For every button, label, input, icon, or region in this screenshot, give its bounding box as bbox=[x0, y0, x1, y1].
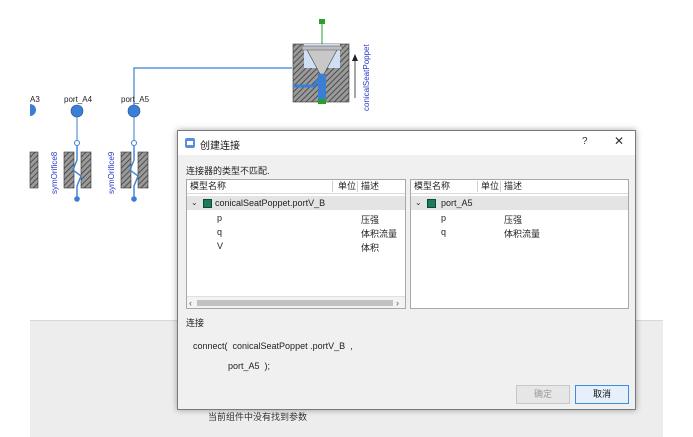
type-mismatch-message: 连接器的类型不匹配. bbox=[186, 166, 270, 176]
sym-orifice8-label: symOrifice8 bbox=[50, 151, 59, 194]
left-header-name[interactable]: 模型名称 bbox=[190, 180, 226, 193]
left-row-name: p bbox=[217, 213, 223, 223]
left-header-desc[interactable]: 描述 bbox=[361, 180, 379, 193]
connection-code-line: connect( conicalSeatPoppet .portV_B , bbox=[193, 341, 353, 351]
port-a3-label: A3 bbox=[30, 95, 40, 104]
close-button[interactable]: ✕ bbox=[614, 134, 624, 148]
sym-orifice9-label: symOrifice9 bbox=[107, 151, 116, 194]
left-horizontal-scrollbar[interactable]: ‹ › bbox=[187, 296, 405, 308]
chevron-down-icon[interactable]: ⌄ bbox=[415, 198, 422, 207]
connector-icon bbox=[203, 199, 212, 208]
right-header-unit[interactable]: 单位 bbox=[481, 180, 499, 193]
parameter-status-text: 当前组件中没有找到参数 bbox=[208, 412, 308, 422]
left-row-desc: 压强 bbox=[361, 215, 380, 225]
connector-icon bbox=[427, 199, 436, 208]
cancel-button[interactable]: 取消 bbox=[575, 385, 629, 404]
conical-seat-poppet-icon bbox=[292, 19, 358, 104]
create-connection-dialog: 创建连接 ? ✕ 连接器的类型不匹配. 模型名称 单位 描述 ⌄ conical… bbox=[177, 130, 636, 410]
right-connector-tree[interactable]: 模型名称 单位 描述 ⌄ port_A5 p 压强 q 体积流量 bbox=[410, 179, 629, 309]
ok-button[interactable]: 确定 bbox=[516, 385, 570, 404]
right-header-name[interactable]: 模型名称 bbox=[414, 180, 450, 193]
dialog-titlebar[interactable]: 创建连接 ? ✕ bbox=[178, 131, 635, 155]
chevron-down-icon[interactable]: ⌄ bbox=[191, 198, 198, 207]
right-row-name: p bbox=[441, 213, 447, 223]
left-root-label: conicalSeatPoppet.portV_B bbox=[215, 198, 326, 208]
right-root-label: port_A5 bbox=[441, 198, 473, 208]
dialog-app-icon bbox=[185, 138, 195, 148]
left-scroll-thumb[interactable] bbox=[197, 300, 393, 306]
port-a4-icon bbox=[70, 104, 84, 146]
left-header-unit[interactable]: 单位 bbox=[338, 180, 356, 193]
left-row-desc: 体积 bbox=[361, 243, 380, 253]
conical-seat-poppet-label: conicalSeatPoppet bbox=[362, 44, 371, 111]
port-a5-icon bbox=[127, 104, 141, 146]
connection-wire bbox=[133, 67, 292, 105]
help-button[interactable]: ? bbox=[582, 136, 588, 147]
port-a3-icon bbox=[30, 104, 36, 116]
left-row-name: q bbox=[217, 227, 223, 237]
right-row-desc: 压强 bbox=[504, 215, 523, 225]
left-connector-tree[interactable]: 模型名称 单位 描述 ⌄ conicalSeatPoppet.portV_B p… bbox=[186, 179, 406, 309]
right-row-name: q bbox=[441, 227, 447, 237]
port-a4-label: port_A4 bbox=[64, 95, 93, 104]
scroll-left-icon[interactable]: ‹ bbox=[189, 297, 192, 308]
scroll-right-icon[interactable]: › bbox=[396, 297, 399, 308]
right-row-desc: 体积流量 bbox=[504, 229, 541, 239]
sym-orifice9-icon bbox=[120, 146, 149, 202]
left-row-desc: 体积流量 bbox=[361, 229, 398, 239]
sym-orifice-partial-icon bbox=[29, 151, 39, 189]
right-header-desc[interactable]: 描述 bbox=[504, 180, 522, 193]
left-row-name: V bbox=[217, 241, 224, 251]
sym-orifice8-icon bbox=[63, 146, 92, 202]
connection-code-line: port_A5 ); bbox=[228, 361, 271, 371]
port-a5-label: port_A5 bbox=[121, 95, 150, 104]
dialog-title: 创建连接 bbox=[200, 141, 240, 152]
